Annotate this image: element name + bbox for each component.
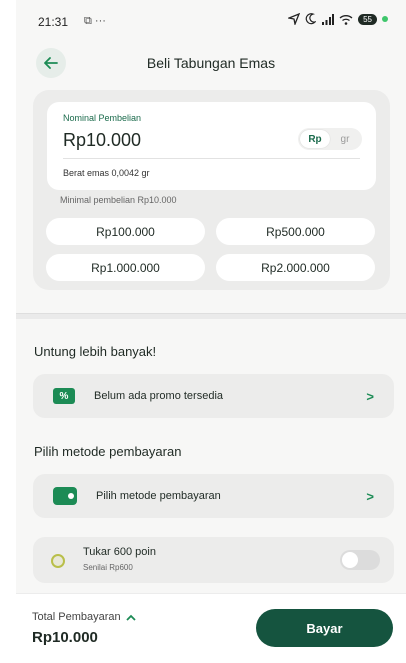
unit-option-rp[interactable]: Rp <box>300 130 330 148</box>
status-right: 55 <box>288 13 388 25</box>
location-icon <box>288 13 301 25</box>
chevron-right-icon: > <box>366 488 374 504</box>
status-bar: 21:31 ⧉ ··· 55 <box>16 0 406 40</box>
preset-button[interactable]: Rp500.000 <box>216 218 375 245</box>
preset-grid: Rp100.000 Rp500.000 Rp1.000.000 Rp2.000.… <box>46 218 377 281</box>
promo-section-title: Untung lebih banyak! <box>34 344 157 359</box>
points-title: Tukar 600 poin <box>83 546 156 558</box>
preset-button[interactable]: Rp1.000.000 <box>46 254 205 281</box>
total-value: Rp10.000 <box>32 629 98 646</box>
preset-button[interactable]: Rp2.000.000 <box>216 254 375 281</box>
amount-label: Nominal Pembelian <box>63 113 142 123</box>
signal-icon <box>322 13 335 25</box>
toggle-knob <box>342 552 358 568</box>
battery-icon: 55 <box>358 13 377 25</box>
page-title: Beli Tabungan Emas <box>146 55 276 71</box>
total-label: Total Pembayaran <box>32 611 121 623</box>
minimum-purchase-text: Minimal pembelian Rp10.000 <box>60 195 177 205</box>
preset-button[interactable]: Rp100.000 <box>46 218 205 245</box>
amount-card: Nominal Pembelian Rp10.000 Rp gr Berat e… <box>33 90 390 290</box>
points-toggle[interactable] <box>340 550 380 570</box>
points-row: Tukar 600 poin Senilai Rp600 <box>33 537 394 583</box>
gold-weight-text: Berat emas 0,0042 gr <box>63 168 150 178</box>
unit-toggle[interactable]: Rp gr <box>298 128 362 150</box>
input-divider <box>63 158 360 159</box>
chevron-up-icon <box>126 614 136 621</box>
bottom-bar: Total Pembayaran Rp10.000 Bayar <box>16 593 406 663</box>
status-dot-icon <box>382 16 388 22</box>
promo-label: Belum ada promo tersedia <box>94 390 224 402</box>
payment-method-row[interactable]: Pilih metode pembayaran > <box>33 474 394 518</box>
unit-option-gr[interactable]: gr <box>330 130 360 148</box>
percent-ticket-icon: % <box>53 388 75 404</box>
promo-row[interactable]: % Belum ada promo tersedia > <box>33 374 394 418</box>
amount-input-box[interactable]: Nominal Pembelian Rp10.000 Rp gr Berat e… <box>47 102 376 190</box>
wallet-icon <box>53 487 77 505</box>
section-divider <box>16 313 406 319</box>
points-subtitle: Senilai Rp600 <box>83 563 133 572</box>
status-notification-icons: ⧉ ··· <box>84 15 106 27</box>
pay-button[interactable]: Bayar <box>256 609 393 647</box>
amount-input[interactable]: Rp10.000 <box>63 130 141 151</box>
status-time: 21:31 <box>38 15 69 29</box>
payment-section-title: Pilih metode pembayaran <box>34 444 182 459</box>
coin-icon <box>51 554 65 568</box>
app-frame: 21:31 ⧉ ··· 55 Beli Tabungan Emas Nomina… <box>16 0 406 663</box>
total-toggle[interactable]: Total Pembayaran <box>32 611 136 623</box>
chevron-right-icon: > <box>366 388 374 404</box>
wifi-icon <box>339 14 353 25</box>
payment-method-label: Pilih metode pembayaran <box>96 490 221 502</box>
moon-icon <box>305 13 317 25</box>
